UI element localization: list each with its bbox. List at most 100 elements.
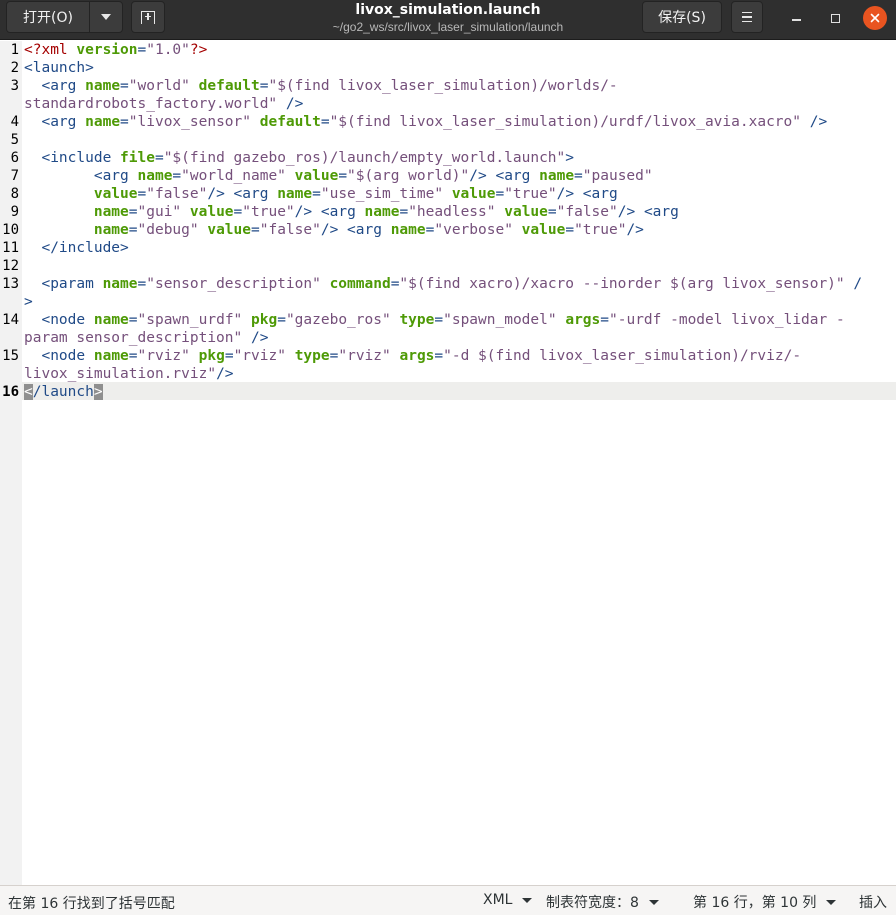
minimize-button[interactable] [784, 6, 808, 30]
code-text: </launch> [22, 383, 103, 401]
save-button[interactable]: 保存(S) [642, 1, 722, 33]
code-token: <arg [643, 204, 679, 220]
code-line[interactable]: 16 </launch> [0, 383, 896, 401]
code-token: "spawn_urdf" [137, 312, 243, 328]
code-line[interactable]: 12 [0, 257, 896, 275]
maximize-icon [830, 13, 840, 23]
code-token: = [312, 186, 321, 202]
code-token: "1.0" [146, 42, 190, 58]
code-token: = [224, 348, 234, 364]
code-line[interactable]: > [0, 293, 896, 311]
code-token: <param [41, 276, 103, 292]
code-text: </include> [22, 239, 129, 257]
code-text: <node name="rviz" pkg="rviz" type="rviz"… [22, 347, 801, 365]
line-number: 8 [10, 186, 19, 202]
code-text: livox_simulation.rviz"/> [22, 365, 234, 383]
code-text: param sensor_description" /> [22, 329, 268, 347]
code-line[interactable]: 2 <launch> [0, 59, 896, 77]
code-token: = [128, 222, 138, 238]
code-token: name [539, 168, 575, 184]
code-line[interactable]: 11 </include> [0, 239, 896, 257]
open-menu-button[interactable] [89, 1, 123, 33]
code-token: command [329, 276, 391, 292]
code-token: = [120, 78, 129, 94]
hamburger-menu-icon [742, 11, 752, 23]
new-tab-button[interactable] [131, 1, 165, 33]
code-token: /> [294, 204, 313, 220]
code-token: value [504, 204, 548, 220]
code-token: "$(find livox_laser_simulation)/worlds/- [268, 78, 618, 94]
close-button[interactable] [863, 6, 887, 30]
code-line[interactable]: 9 name="gui" value="true"/> <arg name="h… [0, 203, 896, 221]
tab-width-selector[interactable]: 制表符宽度：8 [546, 892, 659, 912]
code-token: name [93, 222, 129, 238]
code-line[interactable]: 8 value="false"/> <arg name="use_sim_tim… [0, 185, 896, 203]
open-button[interactable]: 打开(O) [6, 1, 90, 33]
code-line[interactable]: standardrobots_factory.world" /> [0, 95, 896, 113]
code-token: <include [41, 150, 121, 166]
code-line[interactable]: 15 <node name="rviz" pkg="rviz" type="rv… [0, 347, 896, 365]
code-token: args [565, 312, 601, 328]
insert-mode-label: 插入 [859, 895, 887, 911]
code-token: "-urdf -model livox_lidar - [609, 312, 845, 328]
code-line[interactable]: 3 <arg name="world" default="$(find livo… [0, 77, 896, 95]
code-token: "sensor_description" [146, 276, 321, 292]
code-token: = [434, 312, 444, 328]
code-token: param sensor_description" [24, 330, 243, 346]
code-text: value="false"/> <arg name="use_sim_time"… [22, 185, 618, 203]
code-line[interactable]: 5 [0, 131, 896, 149]
code-line[interactable]: 6 <include file="$(find gazebo_ros)/laun… [0, 149, 896, 167]
code-text: <arg name="world" default="$(find livox_… [22, 77, 618, 95]
code-token: <arg [233, 186, 278, 202]
code-token: <arg [320, 204, 365, 220]
code-token: </include> [41, 240, 129, 256]
cursor-position-label: 第 16 行，第 10 列 [693, 895, 817, 911]
code-token: name [364, 204, 400, 220]
code-token: livox_simulation.rviz" [24, 366, 217, 382]
code-token: = [172, 168, 182, 184]
code-token: standardrobots_factory.world" [24, 96, 278, 112]
code-token: <arg [41, 114, 86, 130]
code-line[interactable]: 14 <node name="spawn_urdf" pkg="gazebo_r… [0, 311, 896, 329]
code-line[interactable]: 10 name="debug" value="false"/> <arg nam… [0, 221, 896, 239]
menu-button[interactable] [731, 1, 763, 33]
language-selector[interactable]: XML [483, 892, 533, 908]
code-token: "livox_sensor" [128, 114, 251, 130]
code-token: = [154, 150, 164, 166]
code-token: /> [809, 114, 828, 130]
code-line[interactable]: 4 <arg name="livox_sensor" default="$(fi… [0, 113, 896, 131]
code-line[interactable]: param sensor_description" /> [0, 329, 896, 347]
text-editor[interactable]: 1 <?xml version="1.0"?> 2 <launch> 3 <arg na… [0, 41, 896, 885]
insert-mode-indicator[interactable]: 插入 [859, 892, 887, 912]
code-token: name [102, 276, 138, 292]
new-tab-icon [141, 10, 155, 24]
maximize-button[interactable] [823, 6, 847, 30]
code-token: "use_sim_time" [320, 186, 444, 202]
code-token: "true" [242, 204, 295, 220]
code-lines[interactable]: 1 <?xml version="1.0"?> 2 <launch> 3 <arg na… [0, 41, 896, 401]
line-number: 15 [2, 348, 19, 364]
code-line[interactable]: 7 <arg name="world_name" value="$(arg wo… [0, 167, 896, 185]
window-title: livox_simulation.launch [355, 2, 541, 18]
line-number: 7 [10, 168, 19, 184]
code-line[interactable]: 1 <?xml version="1.0"?> [0, 41, 896, 59]
code-line[interactable]: 13 <param name="sensor_description" comm… [0, 275, 896, 293]
cursor-position-selector[interactable]: 第 16 行，第 10 列 [693, 892, 837, 912]
code-token: /> [216, 366, 234, 382]
chevron-down-icon [648, 899, 659, 905]
minimize-icon [791, 19, 801, 21]
line-number: 5 [10, 132, 19, 148]
code-token: value [451, 186, 496, 202]
code-line[interactable]: livox_simulation.rviz"/> [0, 365, 896, 383]
line-number: 3 [10, 78, 19, 94]
